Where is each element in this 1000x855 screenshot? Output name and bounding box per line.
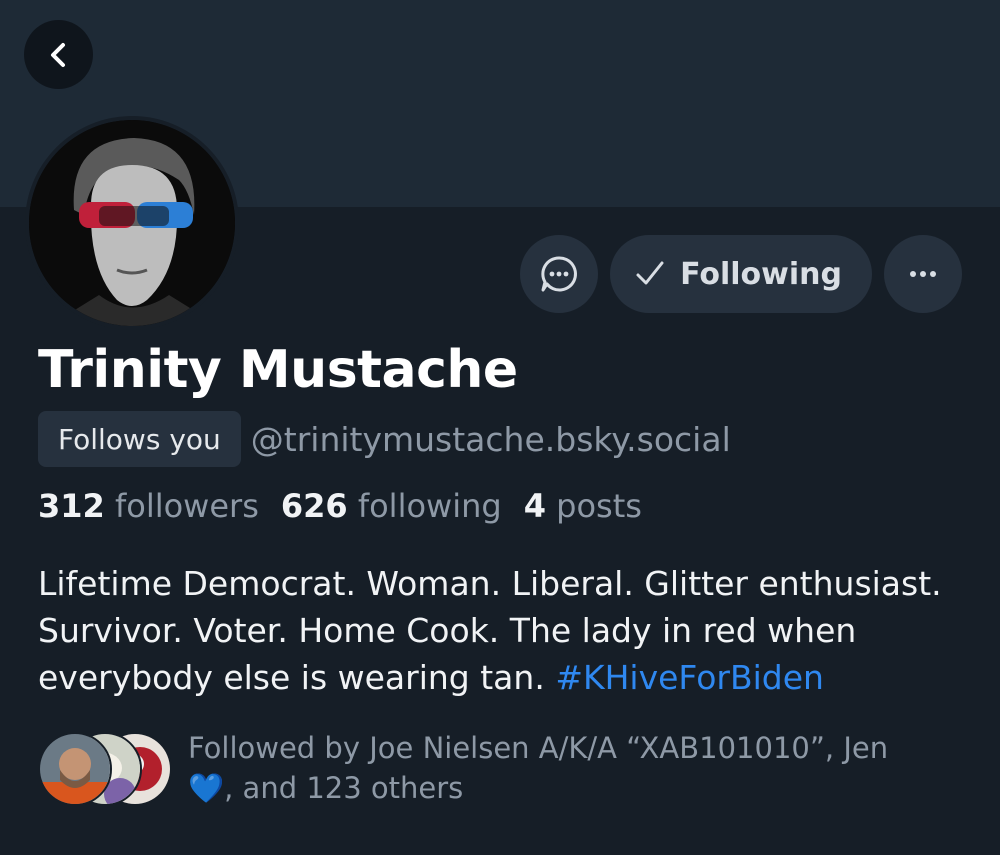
profile-bio: Lifetime Democrat. Woman. Liberal. Glitt… <box>38 560 978 701</box>
profile-stats: 312 followers 626 following 4 posts <box>38 487 642 525</box>
followers-count: 312 <box>38 487 105 525</box>
message-button[interactable] <box>520 235 599 313</box>
chevron-left-icon <box>50 42 65 67</box>
following-button[interactable]: Following <box>610 235 872 313</box>
following-count: 626 <box>280 487 348 525</box>
avatar[interactable] <box>29 120 235 326</box>
followers-stat[interactable]: 312 followers <box>38 487 259 525</box>
chat-bubble-icon <box>541 256 578 292</box>
checkmark-icon <box>636 261 664 285</box>
following-label: following <box>357 487 502 525</box>
following-button-label: Following <box>680 256 842 292</box>
bio-hashtag-link[interactable]: #KHiveForBiden <box>555 658 824 697</box>
handle: @trinitymustache.bsky.social <box>250 419 731 459</box>
following-stat[interactable]: 626 following <box>281 487 502 525</box>
mutual-followers-avatars <box>38 728 172 806</box>
follows-you-badge: Follows you <box>38 411 241 467</box>
handle-row: Follows you @trinitymustache.bsky.social <box>38 411 731 467</box>
followers-label: followers <box>114 487 259 525</box>
more-horizontal-icon <box>910 271 936 277</box>
profile-actions: Following <box>520 235 962 313</box>
posts-label: posts <box>556 487 642 525</box>
display-name: Trinity Mustache <box>38 340 518 400</box>
posts-stat: 4 posts <box>524 487 642 525</box>
posts-count: 4 <box>523 487 546 525</box>
avatar-ring <box>25 116 239 330</box>
followed-by-prefix: Followed by Joe Nielsen A/K/A “XAB101010… <box>188 731 889 765</box>
avatar <box>38 732 112 806</box>
followed-by-suffix: , and 123 others <box>224 771 464 805</box>
followed-by-text: Followed by Joe Nielsen A/K/A “XAB101010… <box>188 728 928 808</box>
back-button[interactable] <box>24 20 93 89</box>
followed-by[interactable]: Followed by Joe Nielsen A/K/A “XAB101010… <box>38 728 928 808</box>
blue-heart-emoji: 💙 <box>188 771 225 805</box>
more-options-button[interactable] <box>884 235 962 313</box>
